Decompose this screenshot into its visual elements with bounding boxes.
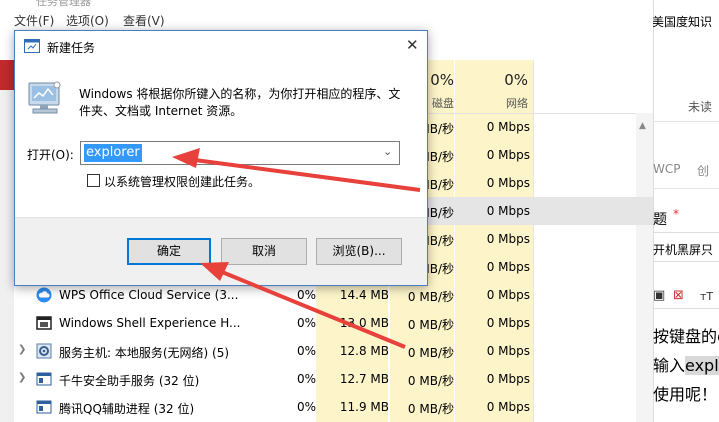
arrow-to-ok <box>200 262 406 349</box>
annotation-arrows <box>172 148 421 349</box>
arrow-to-input <box>172 148 421 192</box>
